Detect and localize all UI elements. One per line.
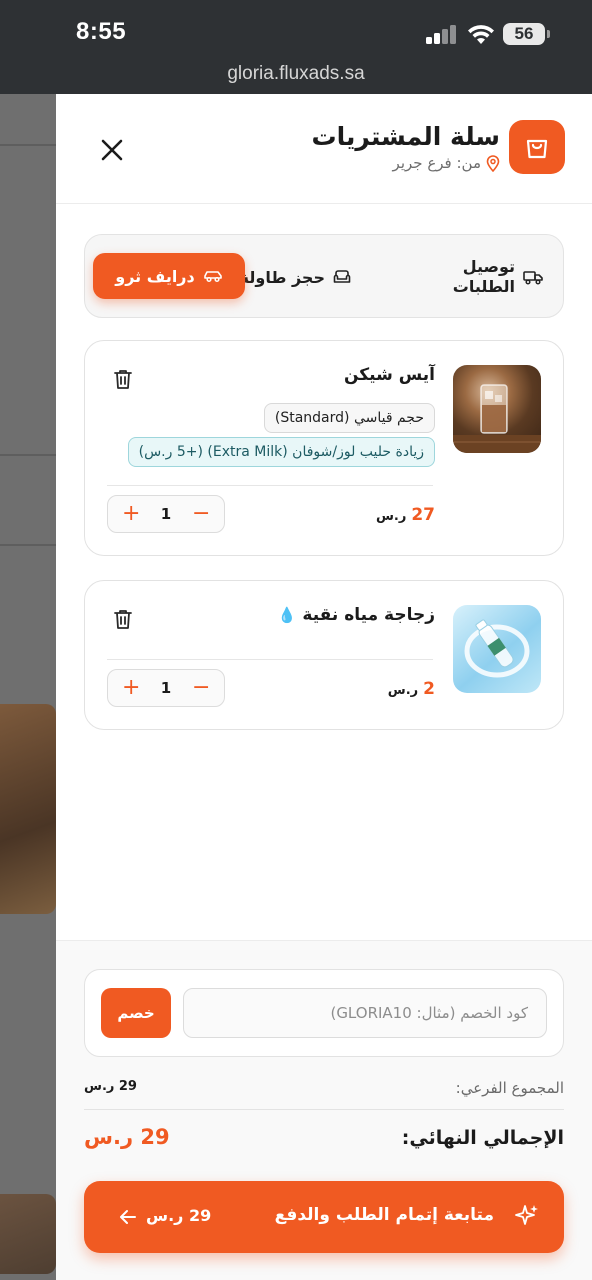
water-bottle-illustration — [464, 619, 530, 678]
total-value: 29 ر.س — [84, 1125, 170, 1149]
decrease-quantity-button[interactable]: − — [192, 503, 210, 525]
url-text: gloria.fluxads.sa — [227, 63, 365, 84]
item-name: آيس شيكن — [343, 365, 435, 385]
battery-tip — [547, 30, 550, 38]
item-price-value: 2 — [423, 679, 435, 699]
branch-label: من: فرع جرير — [393, 154, 500, 172]
trash-icon[interactable] — [111, 607, 135, 631]
cart-item-card: آيس شيكن حجم قياسي (Standard) زيادة حليب… — [84, 340, 564, 556]
quantity-stepper: + 1 − — [107, 669, 225, 707]
checkout-button[interactable]: متابعة إتمام الطلب والدفع 29 ر.س — [84, 1181, 564, 1253]
mode-drive-thru-tab[interactable]: درايف ثرو — [93, 253, 245, 299]
item-price-currency: ر.س — [387, 683, 419, 698]
battery-indicator: 56 — [503, 23, 545, 45]
promo-code-input[interactable]: كود الخصم (مثال: GLORIA10) — [183, 988, 547, 1038]
checkout-amount: 29 ر.س — [146, 1206, 212, 1225]
arrow-left-icon — [120, 1210, 136, 1224]
sparkles-icon — [515, 1205, 538, 1225]
shopping-bag-icon — [526, 139, 548, 159]
close-button[interactable] — [92, 130, 132, 170]
summary-divider — [84, 1109, 564, 1110]
status-bar: 8:55 56 — [0, 0, 592, 58]
item-image — [453, 605, 541, 693]
browser-url-bar[interactable]: gloria.fluxads.sa — [0, 58, 592, 94]
item-price: 2 ر.س — [388, 679, 435, 699]
item-option-chip: زيادة حليب لوز/شوفان (Extra Milk) (+5 ر.… — [127, 437, 435, 467]
apply-discount-button[interactable]: خصم — [101, 988, 171, 1038]
mode-table-tab[interactable]: حجز طاولة — [240, 255, 351, 299]
mode-delivery-label: توصيل الطلبات — [452, 257, 515, 296]
background-food-image — [0, 704, 56, 914]
cart-header: سلة المشتريات من: فرع جرير — [56, 94, 592, 204]
car-icon — [203, 271, 222, 283]
item-image — [453, 365, 541, 453]
background-divider — [0, 144, 56, 146]
truck-icon — [523, 271, 543, 285]
cart-bag-badge — [509, 120, 565, 174]
item-price: 27 ر.س — [376, 505, 435, 525]
wifi-icon — [468, 25, 494, 44]
promo-code-box: خصم كود الخصم (مثال: GLORIA10) — [84, 969, 564, 1057]
subtotal-value: 29 ر.س — [84, 1079, 137, 1094]
water-drop-icon: 💧 — [277, 606, 297, 624]
cart-item-card: زجاجة مياه نقية 💧 + 1 − 2 ر.س — [84, 580, 564, 730]
order-mode-selector: توصيل الطلبات حجز طاولة درايف ثرو — [84, 234, 564, 318]
mode-table-label: حجز طاولة — [239, 267, 325, 287]
item-divider — [107, 659, 433, 660]
cellular-signal-icon — [426, 24, 458, 44]
quantity-value: 1 — [160, 505, 172, 523]
subtotal-label: المجموع الفرعي: — [455, 1079, 564, 1097]
item-name-row: زجاجة مياه نقية 💧 — [278, 605, 435, 625]
trash-icon[interactable] — [111, 367, 135, 391]
promo-code-placeholder: كود الخصم (مثال: GLORIA10) — [330, 1004, 528, 1022]
location-pin-icon — [486, 154, 500, 172]
checkout-label: متابعة إتمام الطلب والدفع — [274, 1205, 494, 1225]
increase-quantity-button[interactable]: + — [122, 503, 140, 525]
item-price-currency: ر.س — [375, 509, 407, 524]
item-divider — [107, 485, 433, 486]
quantity-value: 1 — [160, 679, 172, 697]
decrease-quantity-button[interactable]: − — [192, 677, 210, 699]
iced-coffee-illustration — [453, 384, 541, 453]
item-option-chip: حجم قياسي (Standard) — [263, 403, 435, 433]
increase-quantity-button[interactable]: + — [122, 677, 140, 699]
background-food-image — [0, 1194, 56, 1274]
cart-drawer: سلة المشتريات من: فرع جرير توصيل الطلبات… — [56, 94, 592, 1280]
background-divider — [0, 454, 56, 456]
quantity-stepper: + 1 − — [107, 495, 225, 533]
background-divider — [0, 544, 56, 546]
cart-footer: خصم كود الخصم (مثال: GLORIA10) المجموع ا… — [56, 940, 592, 1280]
item-price-value: 27 — [411, 505, 435, 525]
mode-delivery-tab[interactable]: توصيل الطلبات — [453, 255, 543, 299]
close-icon — [101, 139, 123, 161]
status-time: 8:55 — [76, 18, 127, 45]
mode-drive-thru-label: درايف ثرو — [115, 266, 195, 286]
total-label: الإجمالي النهائي: — [401, 1127, 564, 1149]
branch-text: من: فرع جرير — [392, 154, 481, 172]
cart-title: سلة المشتريات — [311, 122, 500, 151]
armchair-icon — [333, 270, 351, 283]
item-name: زجاجة مياه نقية — [302, 605, 435, 625]
